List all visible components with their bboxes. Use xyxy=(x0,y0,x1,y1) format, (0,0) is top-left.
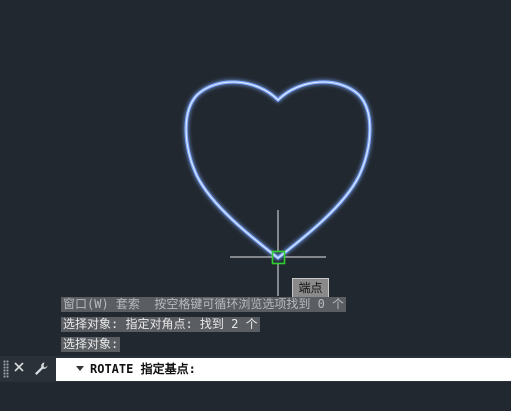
snap-tooltip: 端点 xyxy=(292,278,329,298)
command-history-line-1: 窗口(W) 套索 按空格键可循环浏览选项找到 0 个 xyxy=(61,297,347,312)
command-prompt: ROTATE 指定基点: xyxy=(90,362,196,376)
command-history-line-3: 选择对象: xyxy=(61,337,121,352)
status-area xyxy=(0,382,511,411)
wrench-icon[interactable] xyxy=(31,358,51,380)
recent-commands-dropdown-icon[interactable] xyxy=(76,366,84,371)
command-history-line-2: 选择对象: 指定对角点: 找到 2 个 xyxy=(61,317,260,332)
command-line-bar: ROTATE 指定基点: xyxy=(0,356,511,382)
drawing-canvas[interactable]: 端点 窗口(W) 套索 按空格键可循环浏览选项找到 0 个 选择对象: 指定对角… xyxy=(0,0,511,356)
close-icon[interactable] xyxy=(9,358,29,380)
command-input[interactable]: ROTATE 指定基点: xyxy=(56,358,511,381)
